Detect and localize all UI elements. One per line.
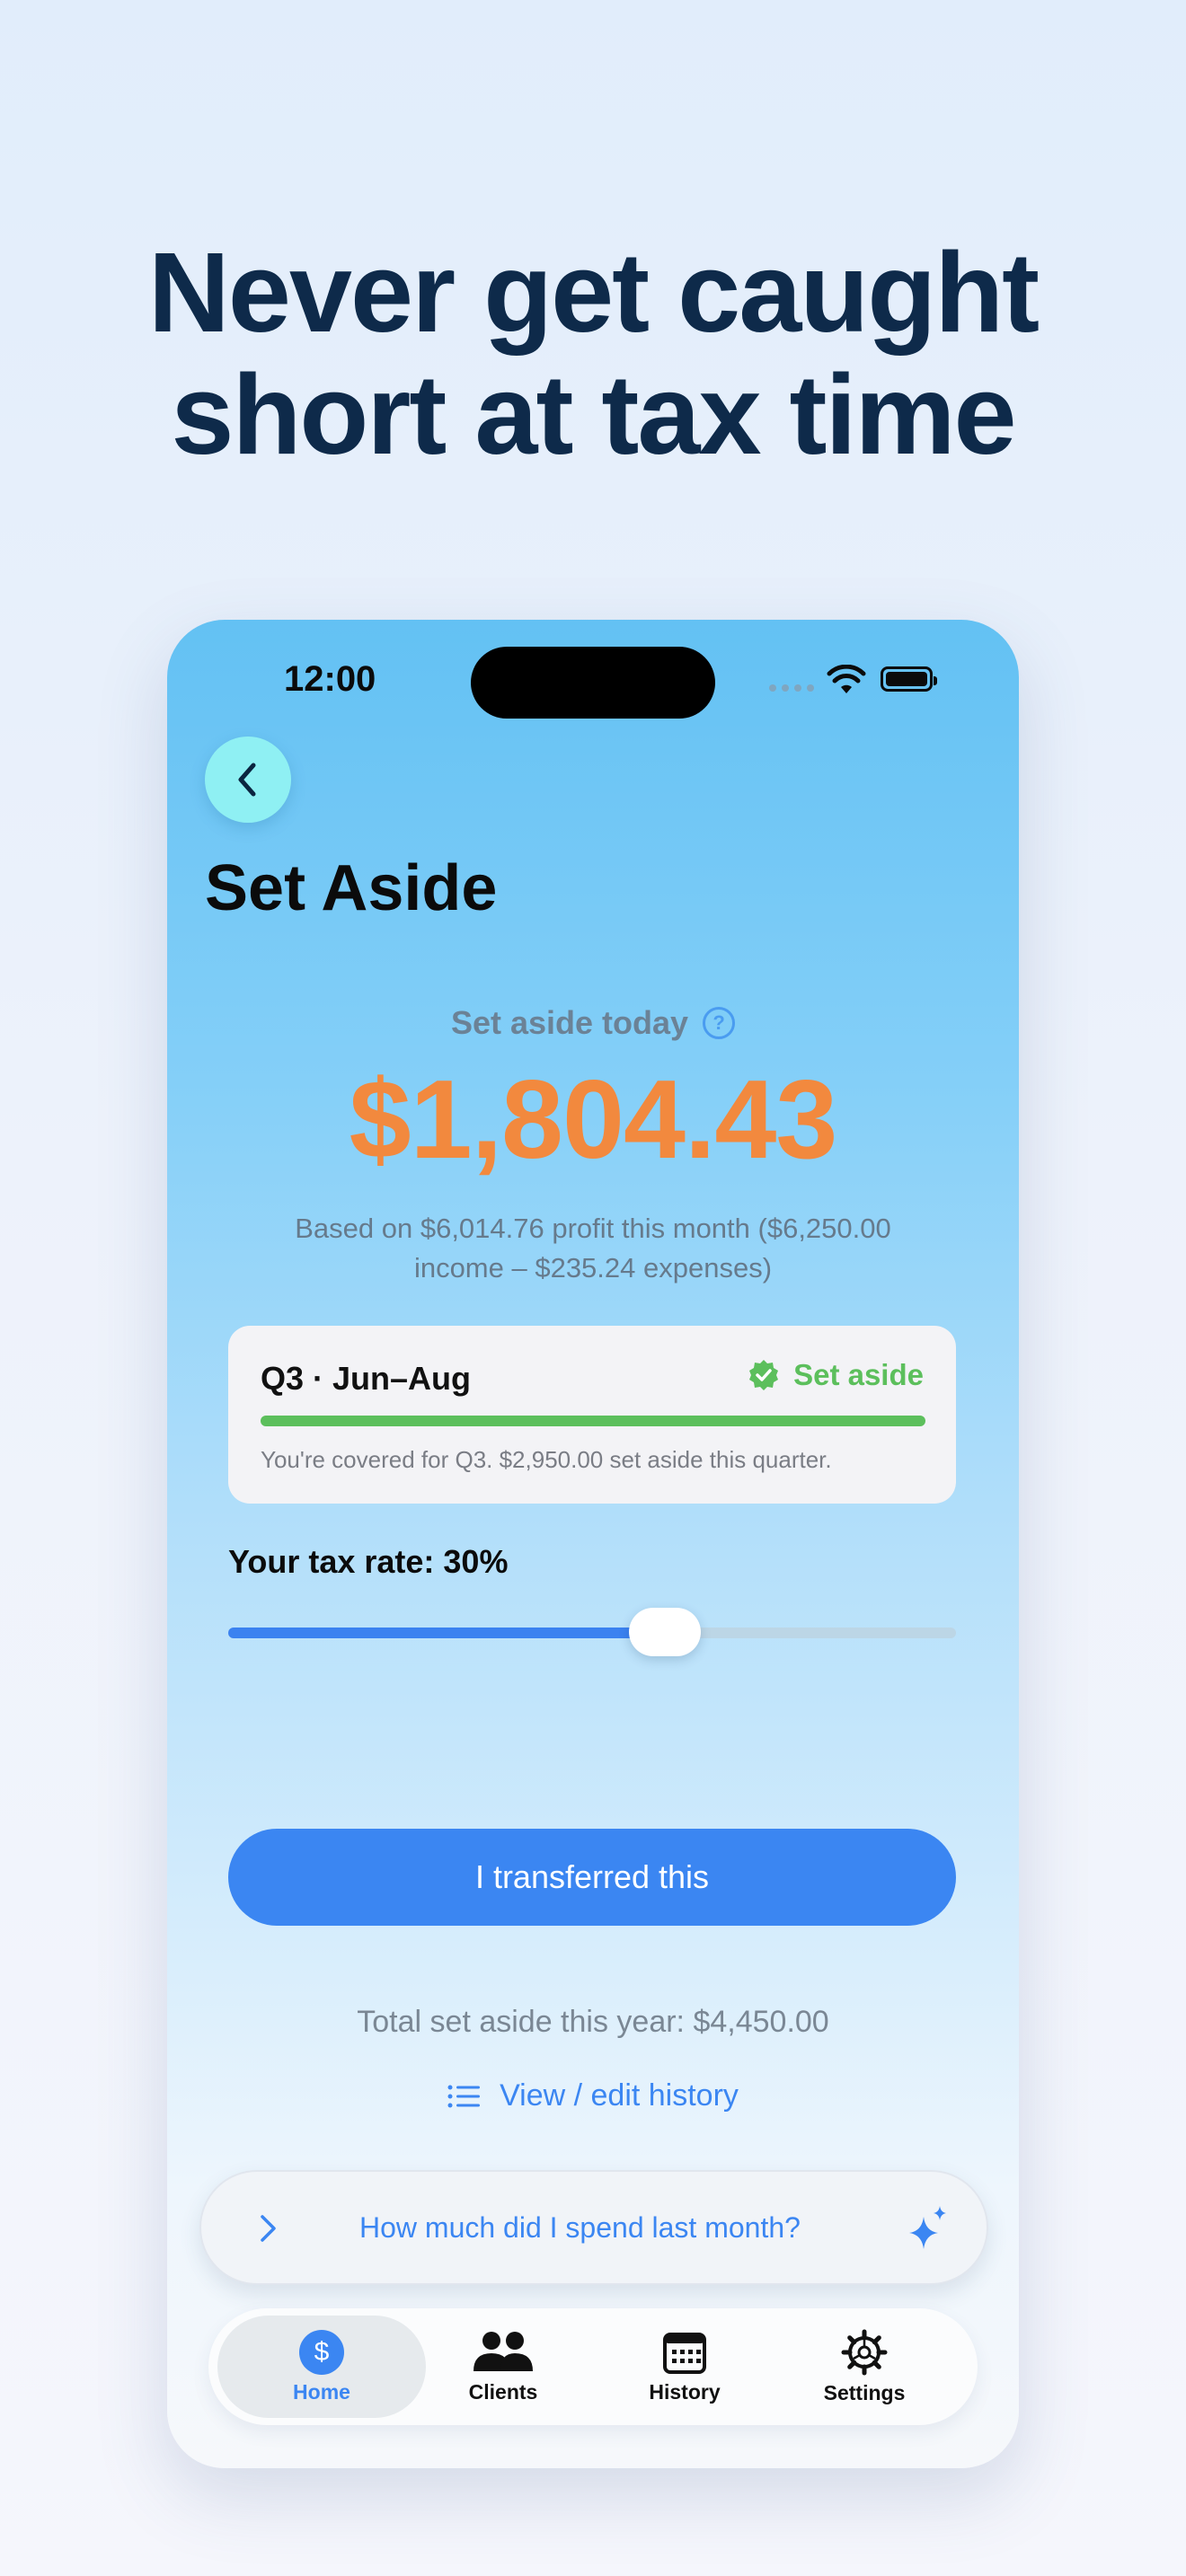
- yearly-total-text: Total set aside this year: $4,450.00: [357, 2005, 829, 2039]
- assistant-prompt-text: How much did I spend last month?: [359, 2211, 801, 2244]
- tab-clients[interactable]: Clients: [399, 2316, 607, 2418]
- tax-rate-slider-fill: [228, 1628, 665, 1638]
- headline-line-2: short at tax time: [171, 351, 1016, 478]
- profit-basis-text: Based on $6,014.76 profit this month ($6…: [295, 1213, 891, 1284]
- tab-home-label: Home: [293, 2379, 350, 2404]
- set-aside-today-label: Set aside today ?: [167, 1004, 1019, 1042]
- verified-check-icon: [749, 1360, 779, 1390]
- set-aside-today-text: Set aside today: [450, 1004, 689, 1041]
- quarter-status-text: Set aside: [793, 1358, 924, 1391]
- tab-settings[interactable]: Settings: [760, 2316, 969, 2418]
- list-icon: [447, 2085, 481, 2107]
- people-icon: [474, 2331, 533, 2371]
- tab-home[interactable]: $ Home: [217, 2316, 426, 2418]
- phone-screen: 12:00 Set Aside Set aside today ? $1,804…: [167, 620, 1019, 2468]
- wifi-icon: [827, 665, 866, 693]
- battery-icon: [881, 666, 937, 692]
- quarter-note: You're covered for Q3. $2,950.00 set asi…: [261, 1446, 832, 1473]
- gear-icon: [841, 2329, 888, 2375]
- chevron-right-icon: [261, 2215, 276, 2242]
- tax-rate-slider[interactable]: [228, 1608, 956, 1656]
- transferred-button[interactable]: I transferred this: [228, 1829, 956, 1926]
- tab-bar: $ Home Clients History Settings: [208, 2308, 978, 2425]
- tab-history-label: History: [649, 2379, 721, 2404]
- quarter-card: Q3 · Jun–Aug Set aside You're covered fo…: [228, 1326, 956, 1504]
- assistant-prompt-bar[interactable]: How much did I spend last month?: [199, 2170, 988, 2285]
- marketing-headline: Never get caught short at tax time: [0, 232, 1186, 476]
- tab-clients-label: Clients: [468, 2379, 538, 2404]
- chevron-left-icon: [238, 763, 256, 797]
- tax-rate-label: Your tax rate: 30%: [228, 1543, 509, 1580]
- page-title: Set Aside: [205, 852, 498, 924]
- quarter-title: Q3 · Jun–Aug: [261, 1360, 472, 1397]
- tax-rate-slider-thumb[interactable]: [629, 1608, 701, 1656]
- tab-settings-label: Settings: [823, 2380, 906, 2404]
- back-button[interactable]: [205, 737, 291, 823]
- view-history-link[interactable]: View / edit history: [167, 2078, 1019, 2113]
- quarter-status-badge: Set aside: [747, 1358, 924, 1392]
- set-aside-amount: $1,804.43: [349, 1058, 838, 1182]
- tab-history[interactable]: History: [580, 2316, 789, 2418]
- help-icon[interactable]: ?: [703, 1007, 736, 1039]
- calendar-icon: [663, 2332, 706, 2374]
- signal-icon: [769, 684, 814, 692]
- view-history-label: View / edit history: [500, 2078, 739, 2113]
- dollar-icon: $: [299, 2329, 344, 2375]
- headline-line-1: Never get caught: [147, 229, 1040, 356]
- quarter-progress-bar: [261, 1416, 925, 1426]
- dynamic-island: [471, 647, 715, 719]
- sparkle-icon[interactable]: [906, 2204, 951, 2253]
- status-time: 12:00: [284, 659, 376, 699]
